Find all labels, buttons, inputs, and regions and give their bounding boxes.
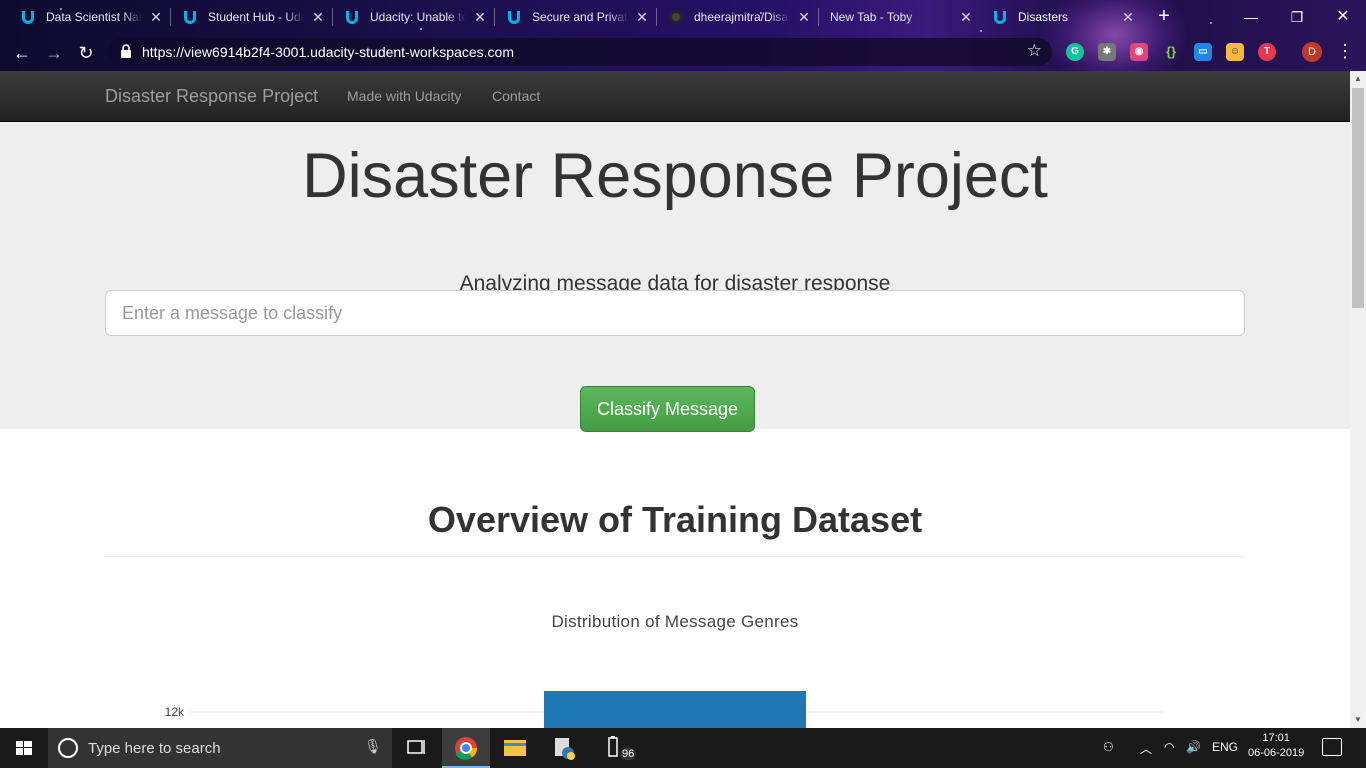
browser-chrome: Data Scientist Nanodegree ✕ Student Hub … xyxy=(0,0,1366,71)
language-indicator[interactable]: ENG xyxy=(1212,740,1238,754)
task-view-icon[interactable] xyxy=(392,728,440,768)
cortana-icon xyxy=(58,738,78,758)
tab-toby[interactable]: New Tab - Toby ✕ xyxy=(810,2,980,32)
minimize-button[interactable]: — xyxy=(1228,4,1274,30)
grammarly-icon[interactable]: G xyxy=(1066,43,1084,61)
restore-button[interactable]: ❐ xyxy=(1274,4,1320,30)
windows-logo-icon xyxy=(16,741,32,755)
url-text: https://view6914b2f4-3001.udacity-studen… xyxy=(142,44,514,60)
tab-title: Secure and Private xyxy=(532,10,628,24)
search-placeholder: Type here to search xyxy=(88,740,221,757)
scroll-down-arrow-icon[interactable]: ▼ xyxy=(1350,712,1366,728)
face-extension-icon[interactable]: ☺ xyxy=(1226,43,1244,61)
wifi-icon[interactable]: ◠ xyxy=(1164,740,1174,754)
file-explorer-icon[interactable] xyxy=(491,728,539,768)
page-viewport: Disaster Response Project Made with Udac… xyxy=(0,71,1350,728)
divider xyxy=(105,556,1245,557)
classify-message-button[interactable]: Classify Message xyxy=(580,386,755,432)
jumbotron: Disaster Response Project Analyzing mess… xyxy=(0,122,1350,432)
tab-secure-private[interactable]: Secure and Private ✕ xyxy=(486,2,656,32)
page-title: Disaster Response Project xyxy=(302,141,1048,211)
toby-extension-icon[interactable]: T xyxy=(1258,43,1276,61)
github-icon xyxy=(669,10,683,24)
address-bar[interactable]: https://view6914b2f4-3001.udacity-studen… xyxy=(108,38,1052,66)
udacity-icon xyxy=(184,11,196,24)
taskbar-search[interactable]: Type here to search 🎙 xyxy=(48,728,392,768)
tab-title: Data Scientist Nanodegree xyxy=(46,10,142,24)
tab-strip: Data Scientist Nanodegree ✕ Student Hub … xyxy=(0,0,1366,34)
tab-title: New Tab - Toby xyxy=(830,10,913,24)
start-button[interactable] xyxy=(0,728,48,768)
browser-menu-icon[interactable]: ⋮ xyxy=(1336,40,1354,64)
browser-toolbar: ← → ↻ https://view6914b2f4-3001.udacity-… xyxy=(0,34,1366,71)
udacity-icon xyxy=(346,11,358,24)
window-extension-icon[interactable]: ▭ xyxy=(1194,43,1212,61)
chrome-taskbar-icon[interactable] xyxy=(442,728,490,768)
udacity-icon xyxy=(22,11,34,24)
tab-student-hub[interactable]: Student Hub - Udacity ✕ xyxy=(162,2,332,32)
shield-extension-icon[interactable]: ◉ xyxy=(1130,43,1148,61)
extension-puzzle-icon[interactable]: ✱ xyxy=(1098,43,1116,61)
tab-title: Student Hub - Udacity xyxy=(208,10,304,24)
microphone-icon[interactable]: 🎙 xyxy=(364,738,382,755)
page-scrollbar[interactable]: ▲ ▼ xyxy=(1350,71,1366,728)
navbar-brand[interactable]: Disaster Response Project xyxy=(105,86,318,107)
back-button[interactable]: ← xyxy=(9,40,35,66)
overview-heading: Overview of Training Dataset xyxy=(427,499,923,540)
lock-icon xyxy=(121,44,131,58)
site-navbar: Disaster Response Project Made with Udac… xyxy=(0,71,1350,122)
nav-link-made-with-udacity[interactable]: Made with Udacity xyxy=(347,88,461,104)
genre-distribution-chart: 12k xyxy=(165,691,1165,728)
volume-icon[interactable]: 🔊 xyxy=(1186,740,1201,754)
python-icon[interactable] xyxy=(540,728,588,768)
scrollbar-thumb[interactable] xyxy=(1352,88,1364,308)
udacity-icon xyxy=(994,11,1006,24)
close-window-button[interactable]: ✕ xyxy=(1320,4,1366,30)
scroll-up-arrow-icon[interactable]: ▲ xyxy=(1350,71,1366,87)
people-icon[interactable]: ⚇ xyxy=(1103,740,1114,754)
tab-data-scientist[interactable]: Data Scientist Nanodegree ✕ xyxy=(0,2,170,32)
udacity-icon xyxy=(508,11,520,24)
chart-bar[interactable] xyxy=(544,691,806,728)
y-tick-label: 12k xyxy=(165,705,185,719)
battery-percent: 96 xyxy=(620,748,637,760)
chart-title: Distribution of Message Genres xyxy=(551,612,799,631)
clock-time: 17:01 xyxy=(1262,732,1290,744)
nav-link-contact[interactable]: Contact xyxy=(492,88,540,104)
tab-github[interactable]: dheerajmitra/Disaster ✕ xyxy=(648,2,818,32)
show-hidden-icons-chevron-icon[interactable]: ︿ xyxy=(1140,740,1152,757)
message-input[interactable] xyxy=(105,290,1245,336)
action-center-icon[interactable] xyxy=(1322,738,1342,756)
json-extension-icon[interactable]: {} xyxy=(1162,43,1180,61)
system-clock[interactable]: 17:01 06-06-2019 xyxy=(1248,731,1304,761)
profile-avatar[interactable]: D xyxy=(1302,42,1322,62)
battery-icon[interactable]: 96 xyxy=(590,728,638,768)
windows-taskbar: Type here to search 🎙 96 ⚇ ︿ ◠ 🔊 ENG 17:… xyxy=(0,728,1366,768)
tab-title: Disasters xyxy=(1018,10,1069,24)
new-tab-button[interactable]: + xyxy=(1153,6,1175,28)
bookmark-star-icon[interactable]: ☆ xyxy=(1027,41,1042,61)
tab-title: dheerajmitra/Disaster xyxy=(694,10,790,24)
clock-date: 06-06-2019 xyxy=(1248,747,1305,759)
tab-title: Udacity: Unable to load xyxy=(370,10,466,24)
forward-button[interactable]: → xyxy=(41,40,67,66)
tab-udacity-unable[interactable]: Udacity: Unable to load ✕ xyxy=(324,2,494,32)
reload-button[interactable]: ↻ xyxy=(73,40,99,66)
close-icon[interactable]: ✕ xyxy=(1120,9,1136,25)
tab-disasters[interactable]: Disasters ✕ xyxy=(972,2,1142,32)
